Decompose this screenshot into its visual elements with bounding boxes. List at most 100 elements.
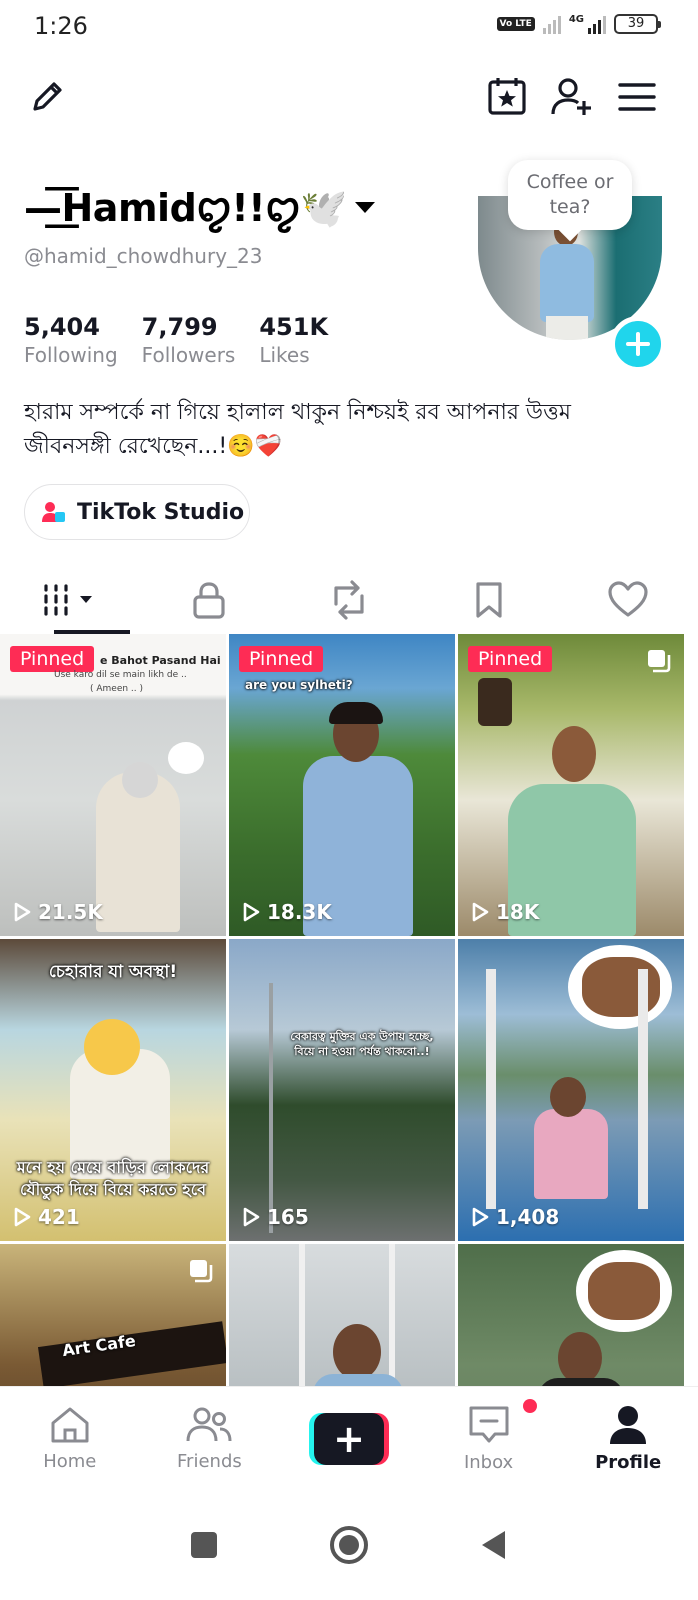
heart-icon: [608, 581, 648, 617]
view-count: 18.3K: [241, 900, 332, 924]
repost-icon: [334, 580, 364, 620]
create-button[interactable]: +: [308, 1412, 389, 1465]
grid-icon: [44, 584, 92, 616]
pinned-badge: Pinned: [239, 646, 324, 672]
view-count-value: 421: [38, 1205, 80, 1229]
view-count: 165: [241, 1205, 309, 1229]
battery-icon: 39: [614, 14, 661, 34]
view-count-value: 18K: [496, 900, 540, 924]
network-type: 4G: [568, 13, 584, 25]
video-caption: বেকারত্ব মুক্তির এক উপায় হচ্ছে, বিয়ে ন…: [290, 1030, 434, 1058]
status-icons: Vo LTE 4G 39: [496, 13, 661, 34]
chevron-down-icon[interactable]: [355, 202, 376, 213]
status-time: 1:26: [34, 12, 88, 40]
studio-icon: [42, 502, 65, 522]
pencil-icon[interactable]: [22, 72, 72, 122]
stat-following[interactable]: 5,404 Following: [24, 312, 118, 368]
nav-inbox-label: Inbox: [463, 1452, 514, 1473]
notification-dot: [522, 1399, 537, 1413]
view-count-value: 18.3K: [267, 900, 332, 924]
stat-value: 5,404: [24, 313, 100, 341]
nav-home-label: Home: [43, 1451, 97, 1472]
video-caption-sub: Use karo dil se main likh de ..: [54, 670, 187, 680]
plus-icon: [626, 332, 650, 356]
back-icon[interactable]: [479, 1529, 509, 1561]
video-thumbnail[interactable]: Art Cafe: [0, 1244, 226, 1386]
nav-profile[interactable]: Profile: [558, 1387, 698, 1490]
profile-icon: [610, 1406, 647, 1444]
hamburger-menu-icon[interactable]: [614, 74, 660, 120]
volte-icon: Vo LTE: [496, 17, 535, 31]
video-caption: are you sylheti?: [245, 678, 353, 692]
play-icon: [472, 902, 489, 922]
view-count-value: 1,408: [496, 1205, 560, 1229]
stat-value: 451K: [259, 313, 329, 341]
play-icon: [14, 902, 31, 922]
video-thumbnail[interactable]: 1,408: [458, 939, 684, 1241]
view-count: 18K: [470, 900, 539, 924]
stat-likes[interactable]: 451K Likes: [259, 312, 328, 368]
display-name: —͟͞Hamidꨄ︎!!ꨄ︎🕊️: [24, 186, 348, 230]
video-thumbnail[interactable]: চেহারার যা অবস্থা! মনে হয় মেয়ে বাড়ির …: [0, 939, 226, 1241]
nav-create[interactable]: +: [279, 1387, 419, 1490]
video-caption: চেহারার যা অবস্থা!: [48, 962, 178, 982]
inbox-icon: [469, 1406, 509, 1443]
stat-label: Following: [24, 343, 118, 367]
video-thumbnail[interactable]: Pinned e Bahot Pasand Hai Use karo dil s…: [0, 634, 226, 936]
video-thumbnail[interactable]: [229, 1244, 455, 1386]
video-caption-sub2: ( Ameen .. ): [90, 684, 144, 694]
friends-icon: [186, 1407, 232, 1442]
signal-4g-icon: [588, 14, 606, 34]
view-count-value: 21.5K: [38, 900, 103, 924]
nav-home[interactable]: Home: [0, 1387, 140, 1490]
view-count: 21.5K: [12, 900, 103, 924]
lock-icon: [193, 582, 225, 619]
calendar-star-icon[interactable]: [483, 72, 531, 120]
play-icon: [14, 1207, 31, 1227]
photo-carousel-icon: [646, 648, 672, 678]
nav-inbox[interactable]: Inbox: [419, 1387, 559, 1490]
video-grid: Pinned e Bahot Pasand Hai Use karo dil s…: [0, 634, 698, 1386]
stat-label: Likes: [259, 343, 310, 367]
nav-friends-label: Friends: [177, 1451, 242, 1472]
add-user-icon[interactable]: [546, 72, 596, 122]
view-count-value: 165: [267, 1205, 309, 1229]
stat-value: 7,799: [141, 313, 218, 341]
profile-bio: হারাম সম্পর্কে না গিয়ে হালাল থাকুন নিশ্…: [24, 400, 572, 459]
system-navigation: [0, 1490, 698, 1600]
pinned-badge: Pinned: [10, 646, 95, 672]
add-avatar-button[interactable]: [610, 316, 666, 372]
tiktok-studio-button[interactable]: TikTok Studio: [24, 484, 250, 540]
tab-reposts[interactable]: [279, 566, 419, 634]
nav-profile-label: Profile: [595, 1452, 662, 1473]
status-bar: 1:26 Vo LTE 4G 39: [0, 0, 698, 52]
tab-private[interactable]: [140, 566, 280, 634]
video-caption-bottom: মনে হয় মেয়ে বাড়ির লোকদের যৌতুক দিয়ে …: [16, 1158, 210, 1199]
video-thumbnail[interactable]: [458, 1244, 684, 1386]
tab-videos[interactable]: [0, 566, 140, 634]
status-note-bubble[interactable]: Coffee or tea?: [508, 160, 632, 230]
nav-friends[interactable]: Friends: [140, 1387, 280, 1490]
video-caption: e Bahot Pasand Hai: [100, 654, 221, 667]
stat-followers[interactable]: 7,799 Followers: [142, 312, 236, 368]
bookmark-icon: [475, 582, 502, 618]
tab-liked[interactable]: [558, 566, 698, 634]
play-icon: [243, 1207, 260, 1227]
play-icon: [472, 1207, 489, 1227]
tab-favorites[interactable]: [419, 566, 559, 634]
display-name-row[interactable]: —͟͞Hamidꨄ︎!!ꨄ︎🕊️: [24, 180, 376, 235]
view-count: 421: [12, 1205, 80, 1229]
view-count: 1,408: [470, 1205, 559, 1229]
recent-apps-icon[interactable]: [189, 1530, 219, 1560]
pinned-badge: Pinned: [468, 646, 553, 672]
video-thumbnail[interactable]: Pinned 18K: [458, 634, 684, 936]
signal-icon: [542, 14, 561, 34]
profile-tabs: [0, 566, 698, 634]
home-circle-icon[interactable]: [329, 1525, 369, 1565]
profile-stats: 5,404 Following 7,799 Followers 451K Lik…: [24, 312, 328, 368]
bottom-nav: Home Friends + Inbox Profile: [0, 1386, 698, 1490]
video-thumbnail[interactable]: বেকারত্ব মুক্তির এক উপায় হচ্ছে, বিয়ে ন…: [229, 939, 455, 1241]
video-thumbnail[interactable]: Pinned are you sylheti? 18.3K: [229, 634, 455, 936]
username: @hamid_chowdhury_23: [24, 244, 263, 268]
photo-carousel-icon: [188, 1258, 214, 1288]
